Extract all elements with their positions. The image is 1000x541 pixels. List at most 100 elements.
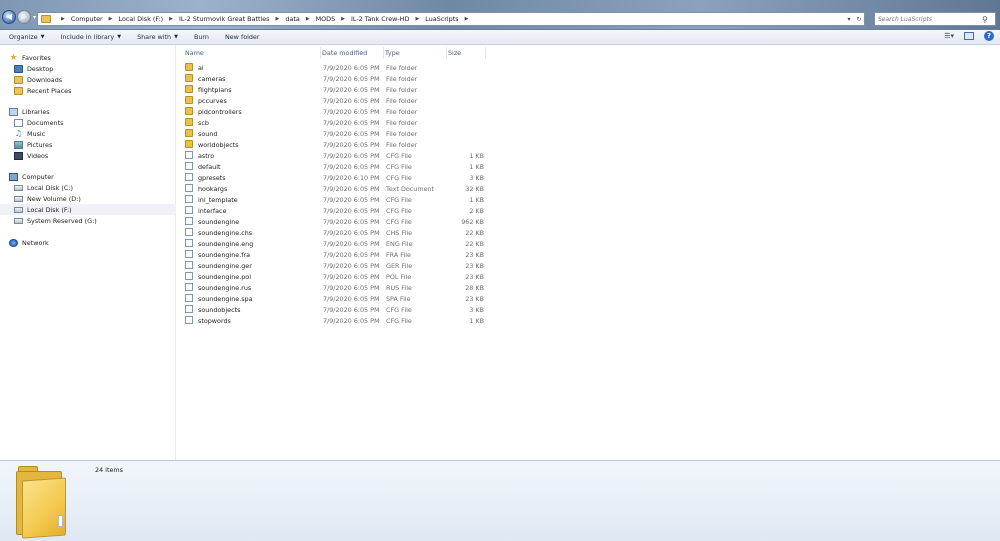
breadcrumb-separator-icon[interactable]: ▶: [169, 16, 173, 22]
file-row[interactable]: stopwords 7/9/2020 6:05 PM CFG File 1 KB: [177, 315, 1000, 326]
breadcrumb-separator-icon[interactable]: ▶: [465, 16, 469, 22]
nav-recent-places[interactable]: Recent Places: [0, 85, 176, 96]
file-size: 22 KB: [465, 239, 484, 248]
address-dropdown-icon[interactable]: ▾: [844, 16, 854, 23]
breadcrumb-il2-great-battles[interactable]: IL-2 Sturmovik Great Battles ▶: [179, 15, 285, 23]
search-icon[interactable]: ⚲: [982, 15, 988, 24]
organize-button[interactable]: Organize ▼: [9, 33, 45, 41]
search-input[interactable]: [878, 15, 982, 23]
recent-pages-chevron-icon[interactable]: ▾: [33, 14, 36, 21]
file-date-modified: 7/9/2020 6:05 PM: [323, 316, 380, 325]
file-row[interactable]: flightplans 7/9/2020 6:05 PM File folder: [177, 84, 1000, 95]
network-globe-icon: [9, 238, 18, 247]
file-name: interface: [198, 206, 227, 215]
file-row[interactable]: soundengine.ger 7/9/2020 6:05 PM GER File 2…: [177, 260, 1000, 271]
help-icon[interactable]: ?: [984, 31, 994, 41]
address-bar[interactable]: ▶ Computer ▶ Local Disk (F:) ▶ IL-2 Sturmo…: [37, 12, 865, 26]
file-row[interactable]: pccurves 7/9/2020 6:05 PM File folder: [177, 95, 1000, 106]
nav-computer[interactable]: Computer: [0, 171, 176, 182]
breadcrumb-mods[interactable]: MODS ▶: [316, 15, 351, 23]
file-date-modified: 7/9/2020 6:05 PM: [323, 206, 380, 215]
file-row[interactable]: ini_template 7/9/2020 6:05 PM CFG File 1 KB: [177, 194, 1000, 205]
file-row[interactable]: soundengine.pol 7/9/2020 6:05 PM POL File 2…: [177, 271, 1000, 282]
file-name: gpresets: [198, 173, 226, 182]
breadcrumb-separator-icon[interactable]: ▶: [61, 16, 65, 22]
include-in-library-button[interactable]: Include in library ▼: [61, 33, 122, 41]
new-folder-button[interactable]: New folder: [225, 33, 260, 41]
documents-icon: [14, 118, 23, 127]
column-header-size[interactable]: Size: [448, 47, 486, 59]
nav-desktop[interactable]: Desktop: [0, 63, 176, 74]
file-row[interactable]: soundengine.rus 7/9/2020 6:05 PM RUS File 2…: [177, 282, 1000, 293]
nav-libraries[interactable]: Libraries: [0, 106, 176, 117]
nav-network[interactable]: Network: [0, 237, 176, 248]
breadcrumb-tank-crew-hd[interactable]: IL-2 Tank Crew-HD ▶: [351, 15, 425, 23]
nav-drive-g[interactable]: System Reserved (G:): [0, 215, 176, 226]
folder-icon: [41, 15, 51, 23]
file-row[interactable]: soundobjects 7/9/2020 6:05 PM CFG File 3 KB: [177, 304, 1000, 315]
file-name: flightplans: [198, 85, 232, 94]
nav-downloads[interactable]: Downloads: [0, 74, 176, 85]
file-row[interactable]: sound 7/9/2020 6:05 PM File folder: [177, 128, 1000, 139]
nav-pictures[interactable]: Pictures: [0, 139, 176, 150]
file-date-modified: 7/9/2020 6:05 PM: [323, 261, 380, 270]
breadcrumb-separator-icon[interactable]: ▶: [306, 16, 310, 22]
burn-button[interactable]: Burn: [194, 33, 209, 41]
file-row[interactable]: astro 7/9/2020 6:05 PM CFG File 1 KB: [177, 150, 1000, 161]
file-row[interactable]: ai 7/9/2020 6:05 PM File folder: [177, 62, 1000, 73]
file-type: File folder: [386, 129, 418, 138]
file-type: CHS File: [386, 228, 413, 237]
change-view-icon[interactable]: ☰▾: [944, 32, 954, 40]
file-icon: [185, 228, 193, 236]
column-header-type[interactable]: Type: [385, 47, 447, 59]
file-name: ai: [198, 63, 204, 72]
share-with-button[interactable]: Share with ▼: [137, 33, 178, 41]
forward-button[interactable]: ▶: [17, 10, 31, 24]
file-row[interactable]: default 7/9/2020 6:05 PM CFG File 1 KB: [177, 161, 1000, 172]
file-row[interactable]: scb 7/9/2020 6:05 PM File folder: [177, 117, 1000, 128]
nav-drive-f[interactable]: Local Disk (F:): [0, 204, 176, 215]
file-row[interactable]: worldobjects 7/9/2020 6:05 PM File folder: [177, 139, 1000, 150]
file-icon: [185, 283, 193, 291]
file-row[interactable]: cameras 7/9/2020 6:05 PM File folder: [177, 73, 1000, 84]
file-row[interactable]: interface 7/9/2020 6:05 PM CFG File 2 KB: [177, 205, 1000, 216]
back-button[interactable]: ◀: [2, 10, 16, 24]
breadcrumb-separator-icon[interactable]: ▶: [341, 16, 345, 22]
nav-documents[interactable]: Documents: [0, 117, 176, 128]
breadcrumb-local-disk-f[interactable]: Local Disk (F:) ▶: [119, 15, 180, 23]
refresh-icon[interactable]: ↻: [854, 16, 864, 23]
file-row[interactable]: soundengine.eng 7/9/2020 6:05 PM ENG File 2…: [177, 238, 1000, 249]
breadcrumb-computer[interactable]: Computer ▶: [71, 15, 119, 23]
nav-videos[interactable]: Videos: [0, 150, 176, 161]
file-name: soundengine.pol: [198, 272, 251, 281]
nav-drive-c[interactable]: Local Disk (C:): [0, 182, 176, 193]
preview-pane-icon[interactable]: [964, 32, 974, 40]
breadcrumb-separator-icon[interactable]: ▶: [415, 16, 419, 22]
column-header-name[interactable]: Name: [185, 47, 321, 59]
nav-favorites[interactable]: ★ Favorites: [0, 52, 176, 63]
file-date-modified: 7/9/2020 6:10 PM: [323, 173, 380, 182]
breadcrumb-data[interactable]: data ▶: [285, 15, 315, 23]
file-row[interactable]: hookargs 7/9/2020 6:05 PM Text Document 32 …: [177, 183, 1000, 194]
file-row[interactable]: pidcontrollers 7/9/2020 6:05 PM File folde…: [177, 106, 1000, 117]
breadcrumb-separator-icon[interactable]: ▶: [109, 16, 113, 22]
breadcrumb-luascripts[interactable]: LuaScripts ▶: [425, 15, 474, 23]
file-name: soundengine.eng: [198, 239, 254, 248]
column-header-date-modified[interactable]: Date modified: [322, 47, 384, 59]
file-name: soundengine.rus: [198, 283, 252, 292]
file-row[interactable]: soundengine 7/9/2020 6:05 PM CFG File 962 K…: [177, 216, 1000, 227]
file-row[interactable]: soundengine.spa 7/9/2020 6:05 PM SPA File 2…: [177, 293, 1000, 304]
breadcrumb-separator-icon[interactable]: ▶: [276, 16, 280, 22]
file-icon: [185, 162, 193, 170]
file-name: astro: [198, 151, 215, 160]
nav-music[interactable]: ♫ Music: [0, 128, 176, 139]
file-row[interactable]: soundengine.chs 7/9/2020 6:05 PM CHS File 2…: [177, 227, 1000, 238]
file-row[interactable]: soundengine.fra 7/9/2020 6:05 PM FRA File 2…: [177, 249, 1000, 260]
file-row[interactable]: gpresets 7/9/2020 6:10 PM CFG File 3 KB: [177, 172, 1000, 183]
folder-icon: [185, 74, 193, 82]
file-type: SPA File: [386, 294, 411, 303]
large-folder-icon: [16, 465, 66, 539]
nav-drive-d[interactable]: New Volume (D:): [0, 193, 176, 204]
search-box[interactable]: ⚲: [874, 12, 996, 26]
file-type: CFG File: [386, 217, 412, 226]
